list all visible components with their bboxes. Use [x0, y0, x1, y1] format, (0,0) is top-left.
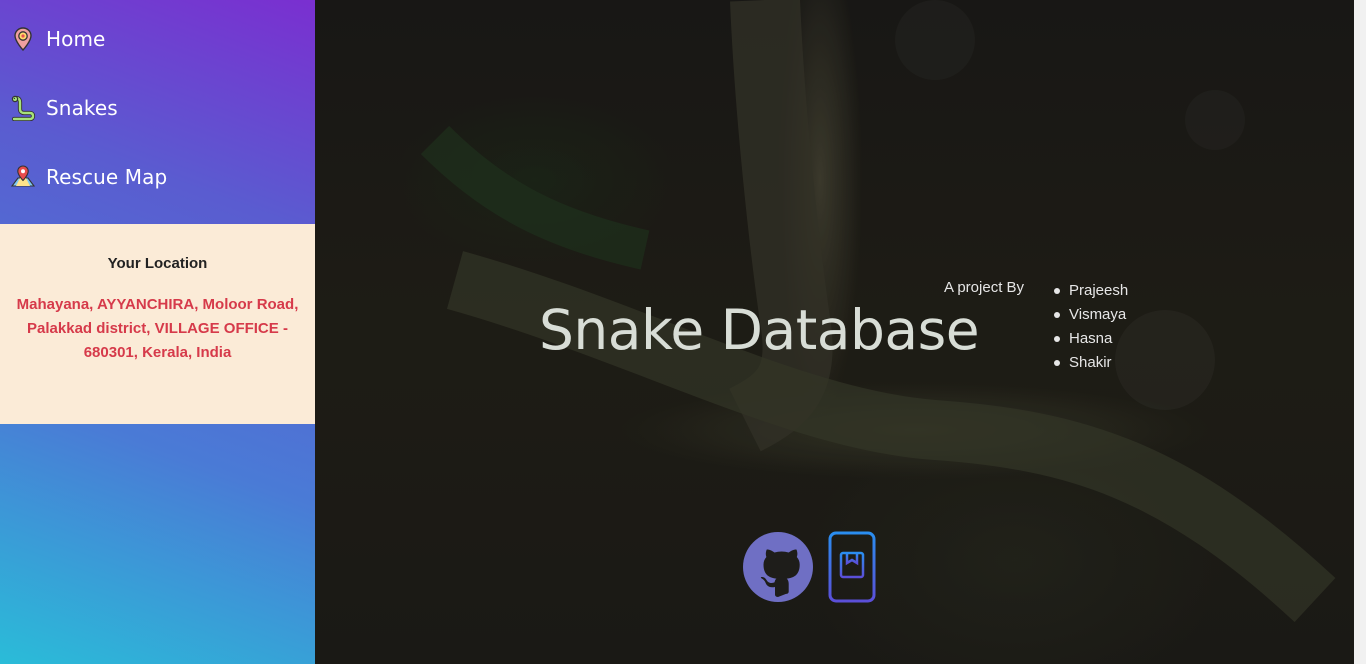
snake-icon: [10, 95, 36, 121]
project-byline: A project By: [944, 279, 1025, 296]
sidebar-item-snakes[interactable]: Snakes: [0, 73, 315, 142]
sidebar-item-label: Rescue Map: [46, 164, 168, 189]
sidebar: Home Snakes Rescue Map Your Location Mah…: [0, 0, 315, 664]
sidebar-item-home[interactable]: Home: [0, 4, 315, 73]
github-link[interactable]: [742, 531, 814, 603]
author-item: Shakir: [1054, 351, 1128, 375]
location-title: Your Location: [107, 255, 208, 272]
author-item: Prajeesh: [1054, 279, 1128, 303]
scrollbar[interactable]: [1354, 0, 1366, 664]
mobile-app-icon: [828, 531, 876, 603]
sidebar-item-label: Snakes: [46, 95, 118, 120]
mobile-app-link[interactable]: [828, 531, 876, 603]
map-icon: [10, 164, 36, 190]
author-item: Vismaya: [1054, 303, 1128, 327]
sidebar-item-rescue-map[interactable]: Rescue Map: [0, 142, 315, 211]
github-icon: [743, 532, 813, 602]
author-item: Hasna: [1054, 327, 1128, 351]
sidebar-item-label: Home: [46, 26, 106, 51]
location-address: Mahayana, AYYANCHIRA, Moloor Road, Palak…: [16, 296, 299, 361]
location-pin-icon: [10, 26, 36, 52]
author-list: Prajeesh Vismaya Hasna Shakir: [1054, 279, 1128, 375]
location-card: Your Location Mahayana, AYYANCHIRA, Molo…: [0, 224, 315, 424]
page-title: Snake Database: [539, 298, 980, 362]
